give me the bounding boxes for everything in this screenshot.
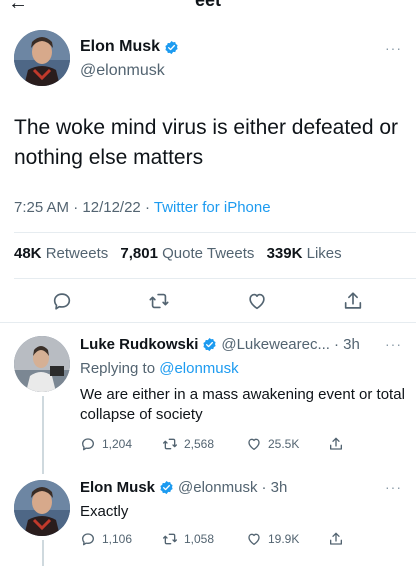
share-icon <box>330 532 342 545</box>
retweet-icon <box>163 438 177 450</box>
replying-to: Replying to @elonmusk <box>80 360 239 377</box>
avatar-image <box>14 336 70 392</box>
divider <box>0 322 416 323</box>
page-title: eet <box>194 0 221 10</box>
reply-actions: 1,204 2,568 25.5K <box>80 436 400 454</box>
author-name: Elon Musk <box>80 38 161 55</box>
reply-actions: 1,106 1,058 19.9K <box>80 531 400 549</box>
reply-count: 1,204 <box>102 437 133 451</box>
tweet-stats: 48K Retweets 7,801 Quote Tweets 339K Lik… <box>14 245 350 262</box>
tweet-page: ← eet ··· Elon Musk @elonmusk The woke m… <box>0 0 416 566</box>
verified-badge-icon <box>160 480 173 495</box>
quotes-count: 7,801 <box>120 245 158 262</box>
retweets-label: Retweets <box>45 245 109 262</box>
reply-author-name: Luke Rudkowski <box>80 336 199 353</box>
reply-button[interactable]: 1,106 <box>80 531 132 547</box>
tweet-actions <box>0 290 416 312</box>
retweet-button[interactable]: 2,568 <box>162 436 214 452</box>
retweet-icon[interactable] <box>148 290 170 312</box>
likes-count: 339K <box>266 245 303 262</box>
likes-stat[interactable]: 339K Likes <box>267 245 342 262</box>
more-icon[interactable]: ··· <box>385 336 402 352</box>
avatar-image <box>14 30 70 86</box>
meta-separator: · <box>144 199 154 216</box>
retweet-count: 2,568 <box>184 437 215 451</box>
divider <box>14 278 416 279</box>
reply-text: We are either in a mass awakening event … <box>80 386 405 423</box>
retweet-icon <box>163 533 177 545</box>
reply-icon[interactable] <box>51 290 73 312</box>
reply-author-handle: @Lukewearec... <box>221 336 330 353</box>
reply-author-handle: @elonmusk <box>178 479 258 496</box>
like-icon <box>248 533 260 545</box>
reply-author-row[interactable]: Elon Musk @elonmusk · 3h <box>80 479 287 496</box>
quotes-stat[interactable]: 7,801 Quote Tweets <box>120 245 254 262</box>
author-name-row[interactable]: Elon Musk <box>80 38 179 56</box>
more-icon[interactable]: ··· <box>385 479 402 495</box>
reply-icon <box>82 438 94 451</box>
like-button[interactable]: 25.5K <box>246 436 299 452</box>
meta-separator: · <box>73 199 83 216</box>
tweet-time[interactable]: 7:25 AM <box>14 199 69 216</box>
tweet-meta: 7:25 AM · 12/12/22 · Twitter for iPhone <box>14 199 271 216</box>
share-button[interactable] <box>328 436 350 452</box>
verified-badge-icon <box>203 337 216 352</box>
reply-avatar[interactable] <box>14 480 70 536</box>
reply-button[interactable]: 1,204 <box>80 436 132 452</box>
divider <box>14 232 416 233</box>
share-icon <box>330 437 342 450</box>
reply-author-row[interactable]: Luke Rudkowski @Lukewearec... · 3h <box>80 336 360 353</box>
thread-line <box>42 540 44 566</box>
replying-prefix: Replying to <box>80 360 156 377</box>
like-icon <box>248 438 260 450</box>
share-icon[interactable] <box>342 290 364 312</box>
like-count: 25.5K <box>268 437 300 451</box>
like-count: 19.9K <box>268 532 300 546</box>
verified-badge-icon <box>165 40 178 54</box>
like-icon[interactable] <box>246 290 268 312</box>
like-button[interactable]: 19.9K <box>246 531 299 547</box>
reply-avatar[interactable] <box>14 336 70 392</box>
avatar-image <box>14 480 70 536</box>
tweet-text: The woke mind virus is either defeated o… <box>14 116 399 169</box>
top-bar: ← eet <box>0 0 416 14</box>
reply-author-name: Elon Musk <box>80 479 156 496</box>
retweet-button[interactable]: 1,058 <box>162 531 214 547</box>
reply-count: 1,106 <box>102 532 133 546</box>
tweet-source[interactable]: Twitter for iPhone <box>154 199 271 216</box>
replying-handle[interactable]: @elonmusk <box>159 360 238 377</box>
more-icon[interactable]: ··· <box>385 40 402 56</box>
reply-time: · 3h <box>261 479 288 496</box>
avatar[interactable] <box>14 30 70 86</box>
thread-line <box>42 396 44 474</box>
retweet-count: 1,058 <box>184 532 215 546</box>
reply-text: Exactly <box>80 503 129 520</box>
reply-time: · 3h <box>333 336 360 353</box>
author-handle[interactable]: @elonmusk <box>80 62 165 80</box>
retweets-count: 48K <box>14 245 42 262</box>
quotes-label: Quote Tweets <box>162 245 255 262</box>
likes-label: Likes <box>306 245 342 262</box>
reply-icon <box>82 533 94 546</box>
retweets-stat[interactable]: 48K Retweets <box>14 245 108 262</box>
share-button[interactable] <box>328 531 350 547</box>
tweet-date[interactable]: 12/12/22 <box>82 199 140 216</box>
